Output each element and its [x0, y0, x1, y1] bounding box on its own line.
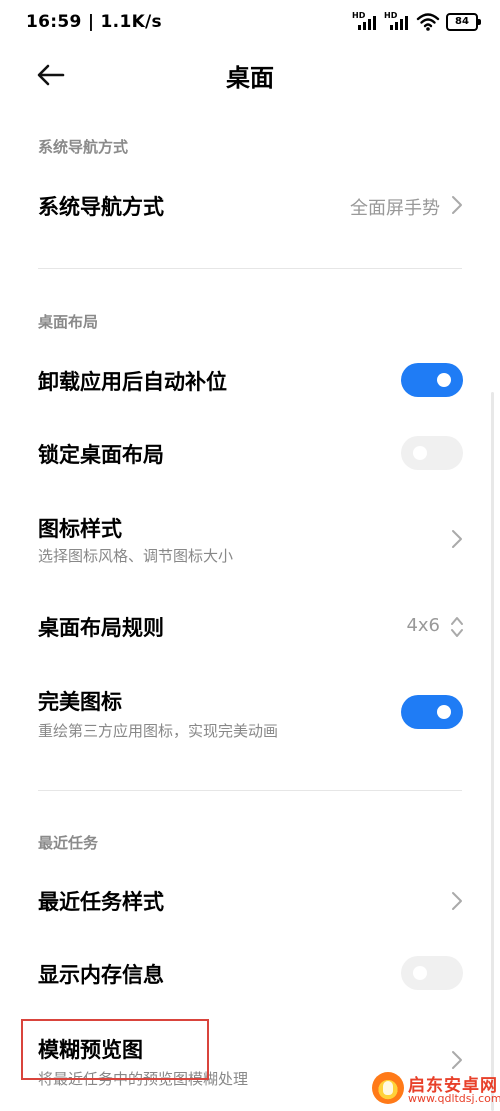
chevron-right-icon [452, 892, 462, 910]
watermark-url: www.qdltdsj.com [408, 1092, 500, 1105]
auto-fill-toggle[interactable] [401, 363, 463, 397]
chevron-right-icon [452, 196, 462, 214]
row-memory-info[interactable]: 显示内存信息 [0, 945, 500, 1003]
row-title: 系统导航方式 [38, 195, 164, 219]
page-title: 桌面 [226, 64, 274, 92]
signal-hd-label: HD [352, 11, 366, 20]
watermark-logo-icon [372, 1072, 404, 1104]
row-value: 全面屏手势 [350, 198, 440, 219]
row-title: 桌面布局规则 [38, 616, 164, 640]
status-time-speed: 16:59 | 1.1K/s [26, 12, 162, 32]
chevron-right-icon [452, 530, 462, 548]
row-title: 锁定桌面布局 [38, 443, 164, 467]
divider [38, 790, 462, 791]
row-auto-fill[interactable]: 卸载应用后自动补位 [0, 352, 500, 410]
signal-hd-label: HD [384, 11, 398, 20]
status-icons: HD HD 84 [352, 12, 481, 32]
chevron-right-icon [452, 1051, 462, 1069]
scrollbar[interactable] [491, 392, 494, 1111]
section-header-recent: 最近任务 [38, 834, 99, 852]
row-title: 显示内存信息 [38, 963, 164, 987]
battery-icon: 84 [446, 13, 481, 31]
row-perfect-icon[interactable]: 完美图标 重绘第三方应用图标，实现完美动画 [0, 678, 500, 748]
row-title: 最近任务样式 [38, 890, 164, 914]
perfect-icon-toggle[interactable] [401, 695, 463, 729]
chevron-updown-icon [451, 617, 463, 637]
wifi-icon [416, 13, 440, 31]
watermark: 启东安卓网 www.qdltdsj.com [372, 1068, 500, 1110]
settings-page: 16:59 | 1.1K/s HD HD 84 桌面 系统导航方式 系统导航方式… [0, 0, 500, 1111]
highlight-box [21, 1019, 209, 1080]
row-nav-mode[interactable]: 系统导航方式 全面屏手势 [0, 176, 500, 234]
row-subtitle: 选择图标风格、调节图标大小 [38, 547, 234, 565]
signal-hd-icon: HD [352, 12, 378, 32]
row-lock-layout[interactable]: 锁定桌面布局 [0, 425, 500, 483]
row-subtitle: 重绘第三方应用图标，实现完美动画 [38, 722, 279, 740]
row-title: 卸载应用后自动补位 [38, 370, 227, 394]
lock-layout-toggle[interactable] [401, 436, 463, 470]
row-icon-style[interactable]: 图标样式 选择图标风格、调节图标大小 [0, 505, 500, 575]
divider [38, 268, 462, 269]
section-header-layout: 桌面布局 [38, 313, 99, 331]
row-recent-style[interactable]: 最近任务样式 [0, 872, 500, 930]
row-value: 4x6 [406, 615, 440, 636]
status-bar: 16:59 | 1.1K/s HD HD 84 [0, 0, 500, 44]
row-title: 图标样式 [38, 517, 122, 541]
signal-hd-icon: HD [384, 12, 410, 32]
memory-info-toggle[interactable] [401, 956, 463, 990]
row-title: 完美图标 [38, 690, 122, 714]
row-layout-rule[interactable]: 桌面布局规则 4x6 [0, 598, 500, 656]
section-header-nav: 系统导航方式 [38, 138, 129, 156]
